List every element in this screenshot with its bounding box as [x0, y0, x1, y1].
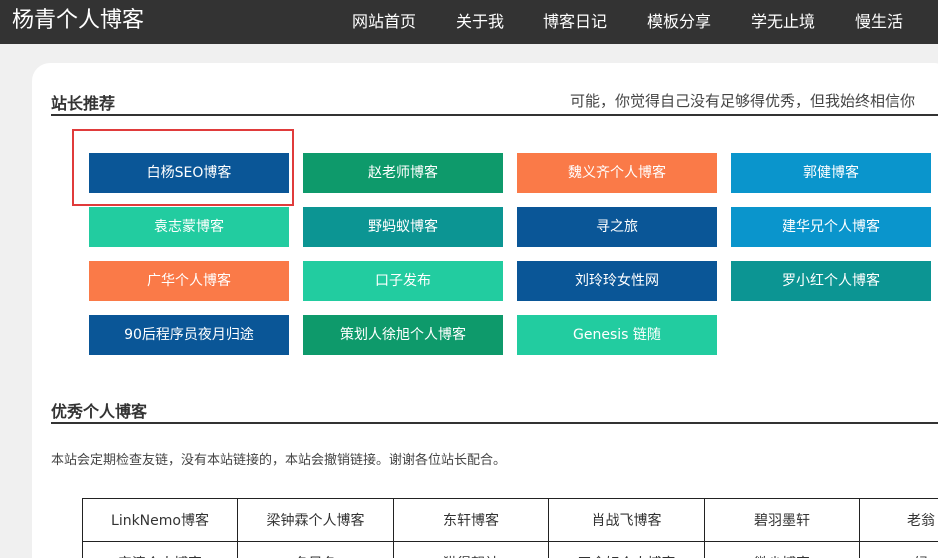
- friend-link-cell[interactable]: 猫得靓社: [393, 541, 549, 558]
- recommend-link[interactable]: 魏义齐个人博客: [517, 153, 717, 193]
- excellent-divider: [51, 422, 938, 424]
- recommend-link[interactable]: 袁志蒙博客: [89, 207, 289, 247]
- highlight-box: [72, 129, 294, 206]
- friend-link-cell[interactable]: 老翁: [859, 498, 938, 542]
- friend-link-cell[interactable]: 王金好个人博客: [548, 541, 705, 558]
- recommend-link[interactable]: 赵老师博客: [303, 153, 503, 193]
- recommend-link[interactable]: 刘玲玲女性网: [517, 261, 717, 301]
- recommend-link[interactable]: 90后程序员夜月归途: [89, 315, 289, 355]
- friendlink-note: 本站会定期检查友链，没有本站链接的，本站会撤销链接。谢谢各位站长配合。: [51, 453, 507, 468]
- recommend-link[interactable]: 罗小红个人博客: [731, 261, 931, 301]
- excellent-title: 优秀个人博客: [51, 402, 148, 421]
- recommend-link[interactable]: 郭健博客: [731, 153, 931, 193]
- friend-link-cell[interactable]: 绿: [859, 541, 938, 558]
- friend-link-cell[interactable]: 冬风冬: [237, 541, 394, 558]
- friend-links-table: LinkNemo博客梁钟霖个人博客东轩博客肖战飞博客碧羽墨轩老翁安清个人博客冬风…: [82, 498, 938, 558]
- recommend-link[interactable]: 策划人徐旭个人博客: [303, 315, 503, 355]
- friend-link-cell[interactable]: 微尘博客: [704, 541, 860, 558]
- friend-link-cell[interactable]: 东轩博客: [393, 498, 549, 542]
- friend-link-cell[interactable]: 碧羽墨轩: [704, 498, 860, 542]
- friend-link-cell[interactable]: 梁钟霖个人博客: [237, 498, 394, 542]
- recommend-link[interactable]: 广华个人博客: [89, 261, 289, 301]
- recommend-link[interactable]: 寻之旅: [517, 207, 717, 247]
- recommend-link[interactable]: 建华兄个人博客: [731, 207, 931, 247]
- friend-link-cell[interactable]: 安清个人博客: [82, 541, 238, 558]
- recommend-link[interactable]: 野蚂蚁博客: [303, 207, 503, 247]
- recommend-link[interactable]: Genesis 链随: [517, 315, 717, 355]
- motto-text: 可能，你觉得自己没有足够得优秀，但我始终相信你: [570, 92, 916, 110]
- recommend-link[interactable]: 口子发布: [303, 261, 503, 301]
- recommend-title: 站长推荐: [51, 94, 116, 113]
- table-row: 安清个人博客冬风冬猫得靓社王金好个人博客微尘博客绿: [82, 541, 938, 558]
- recommend-divider: [51, 114, 938, 116]
- friend-link-cell[interactable]: 肖战飞博客: [548, 498, 705, 542]
- table-row: LinkNemo博客 梁钟霖个人博客 东轩博客 肖战飞博客 碧羽墨轩 老翁: [82, 498, 938, 542]
- content-clip: 站长推荐 可能，你觉得自己没有足够得优秀，但我始终相信你 白杨SEO博客 赵老师博…: [0, 0, 938, 558]
- friend-link-cell[interactable]: LinkNemo博客: [82, 498, 238, 542]
